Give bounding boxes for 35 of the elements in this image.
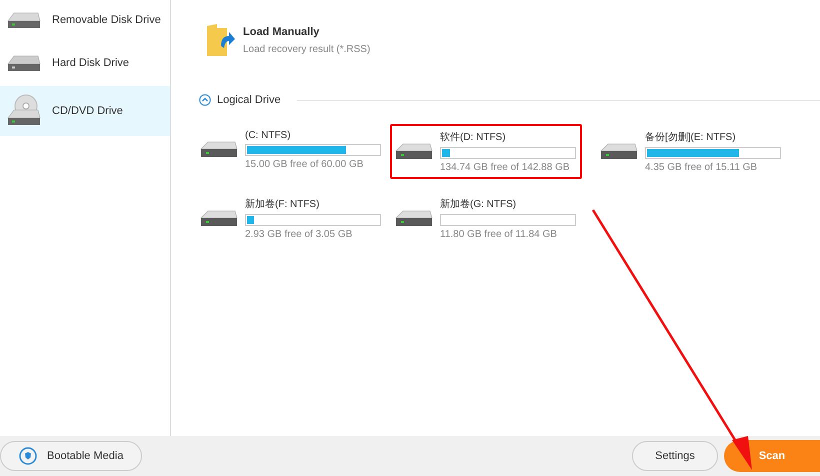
free-space-label: 2.93 GB free of 3.05 GB (245, 229, 354, 240)
drive-item[interactable]: 备份[勿删](E: NTFS) 4.35 GB free of 15.11 GB (595, 124, 787, 179)
sidebar-item[interactable]: Hard Disk Drive (0, 40, 170, 86)
free-space-label: 15.00 GB free of 60.00 GB (245, 159, 364, 170)
bootable-media-button[interactable]: Bootable Media (0, 441, 142, 471)
drive-name: (C: NTFS) (245, 130, 292, 141)
collapse-icon[interactable] (199, 94, 211, 106)
free-space-label: 11.80 GB free of 11.84 GB (440, 229, 558, 240)
shield-icon (19, 447, 37, 465)
disc-drive-icon (6, 94, 42, 128)
drive-name: 软件(D: NTFS) (440, 131, 507, 144)
sidebar-item[interactable]: CD/DVD Drive (0, 86, 170, 136)
disk-drive-icon (599, 142, 639, 162)
drive-item[interactable]: 新加卷(F: NTFS) 2.93 GB free of 3.05 GB (195, 191, 387, 246)
highlighted-drive[interactable]: 软件(D: NTFS) 134.74 GB free of 142.88 GB (390, 124, 582, 179)
free-space-label: 134.74 GB free of 142.88 GB (440, 162, 571, 173)
section-title: Logical Drive (217, 94, 281, 106)
sidebar-item-label: Removable Disk Drive (52, 14, 161, 26)
disk-drive-icon (199, 208, 239, 228)
settings-button[interactable]: Settings (632, 441, 718, 471)
drive-name: 备份[勿删](E: NTFS) (645, 131, 737, 144)
sidebar-item-label: Hard Disk Drive (52, 57, 130, 69)
drive-name: 新加卷(G: NTFS) (440, 198, 518, 211)
drive-name: 新加卷(F: NTFS) (245, 198, 320, 211)
sidebar-item[interactable]: Removable Disk Drive (0, 0, 170, 40)
drive-item[interactable]: 新加卷(G: NTFS) 11.80 GB free of 11.84 GB (390, 191, 582, 246)
drive-item[interactable]: (C: NTFS) 15.00 GB free of 60.00 GB (195, 124, 387, 176)
free-space-label: 4.35 GB free of 15.11 GB (645, 162, 758, 173)
load-manually-subtitle: Load recovery result (*.RSS) (243, 44, 370, 54)
disk-drive-icon (394, 208, 434, 228)
disk-drive-icon (199, 140, 239, 160)
disk-drive-icon (394, 142, 434, 162)
load-manually-title[interactable]: Load Manually (243, 26, 370, 38)
folder-icon (205, 22, 235, 58)
sidebar-item-label: CD/DVD Drive (52, 105, 123, 117)
